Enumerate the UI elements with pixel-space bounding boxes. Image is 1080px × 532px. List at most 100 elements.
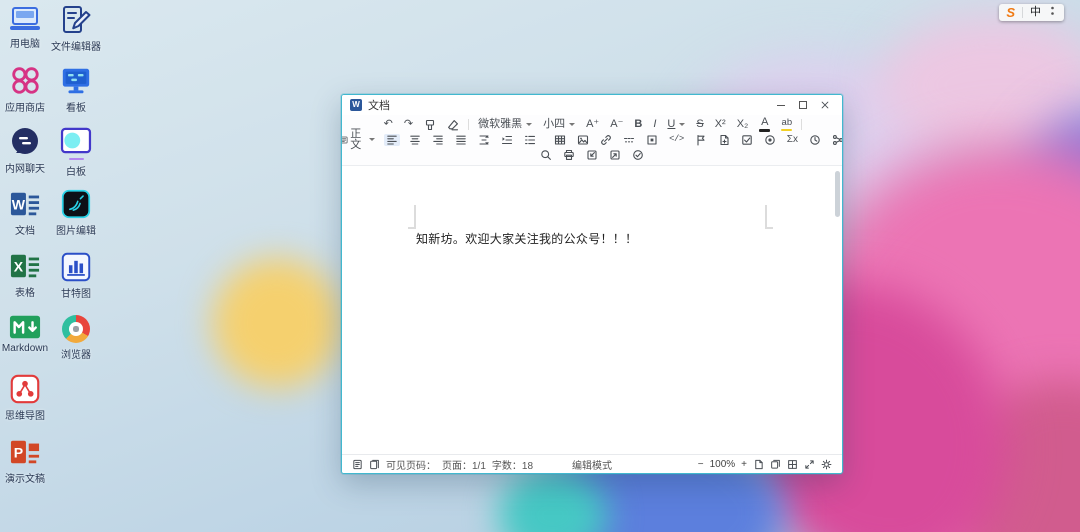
desktop-icon-spreadsheet[interactable]: X 表格 xyxy=(0,251,54,299)
desktop-icon-file-editor[interactable]: 文件编辑器 xyxy=(47,5,105,53)
align-right-button[interactable] xyxy=(430,134,446,146)
font-color-swatch xyxy=(759,129,771,132)
title-bar[interactable]: W 文档 xyxy=(342,95,842,115)
insert-bookmark-button[interactable] xyxy=(693,134,709,146)
desktop-icon-whiteboard[interactable]: 白板 xyxy=(47,127,105,178)
desktop-icon-computer[interactable]: 用电脑 xyxy=(0,6,54,50)
fit-page-icon xyxy=(755,459,763,469)
block-icon xyxy=(647,134,657,145)
desktop-icon-image-editor[interactable]: 图片编辑 xyxy=(47,189,105,237)
clear-format-button[interactable] xyxy=(445,119,461,131)
settings-button[interactable] xyxy=(821,459,832,470)
fullscreen-button[interactable] xyxy=(804,459,815,470)
insert-link-button[interactable] xyxy=(598,134,614,146)
paragraph-style-select[interactable]: 正文 xyxy=(342,128,377,151)
desktop-icon-label: Markdown xyxy=(1,343,49,354)
share-button[interactable] xyxy=(830,134,842,146)
desktop-icon-intranet-chat[interactable]: 内网聊天 xyxy=(0,127,54,175)
insert-divider-button[interactable] xyxy=(621,134,637,146)
italic-button[interactable]: I xyxy=(651,119,658,130)
ime-toolbar[interactable]: S 中 xyxy=(999,4,1064,21)
subscript-button[interactable]: X₂ xyxy=(735,119,751,130)
indent-button[interactable] xyxy=(499,134,515,146)
align-left-button[interactable] xyxy=(384,133,401,146)
desktop-icon-mindmap[interactable]: 思维导图 xyxy=(0,374,54,422)
align-center-button[interactable] xyxy=(407,134,423,146)
import-button[interactable] xyxy=(584,149,600,161)
svg-text:P: P xyxy=(14,445,23,461)
desktop-icon-gantt-chart[interactable]: 甘特图 xyxy=(47,252,105,300)
insert-table-button[interactable] xyxy=(552,134,568,146)
visible-pages-label: 可见页码： xyxy=(386,460,436,472)
fit-width-button[interactable] xyxy=(770,459,781,470)
document-text[interactable]: 知新坊。欢迎大家关注我的公众号！！！ xyxy=(416,230,637,247)
clock-icon xyxy=(810,134,820,145)
zoom-out-button[interactable]: − xyxy=(698,459,704,470)
desktop-icon-label: 用电脑 xyxy=(10,39,40,50)
desktop-icon-app-store[interactable]: 应用商店 xyxy=(0,64,54,114)
eraser-icon xyxy=(448,119,459,130)
align-justify-button[interactable] xyxy=(453,134,469,146)
divider-icon xyxy=(624,137,635,143)
desktop-icon-presentation[interactable]: P 演示文稿 xyxy=(0,437,54,485)
insert-code-button[interactable]: </> xyxy=(667,135,686,144)
insert-block-button[interactable] xyxy=(644,134,660,146)
whiteboard-icon xyxy=(60,127,92,154)
ime-tools-icon[interactable] xyxy=(1048,4,1057,22)
strikethrough-button[interactable]: S xyxy=(694,119,705,130)
undo-button[interactable]: ↶ xyxy=(382,119,395,130)
zoom-in-button[interactable]: + xyxy=(741,459,747,470)
word-app-icon: W xyxy=(350,99,362,111)
underline-button[interactable]: U xyxy=(665,119,687,130)
record-button[interactable] xyxy=(762,134,778,146)
font-size-select[interactable]: 小四 xyxy=(541,119,577,130)
toolbar: ↶ ↷ 微软雅黑 小四 A⁺ A⁻ B I U S X² X₂ A ab 正文 … xyxy=(342,115,842,166)
format-painter-button[interactable] xyxy=(422,119,438,131)
font-name-select[interactable]: 微软雅黑 xyxy=(476,119,534,130)
close-button[interactable] xyxy=(816,98,834,113)
insert-image-button[interactable] xyxy=(575,134,591,146)
format-painter-icon xyxy=(426,119,435,130)
insert-checkbox-button[interactable] xyxy=(739,134,755,146)
grid-view-icon xyxy=(788,459,797,469)
ordered-list-button[interactable] xyxy=(522,134,538,146)
image-editor-icon xyxy=(61,189,91,219)
desktop-icon-label: 图片编辑 xyxy=(56,226,96,237)
check-circle-button[interactable] xyxy=(630,149,646,161)
desktop-icon-kanban[interactable]: 看板 xyxy=(47,66,105,114)
search-icon xyxy=(541,149,551,160)
ime-divider xyxy=(1022,7,1023,18)
print-button[interactable] xyxy=(561,149,577,161)
increase-font-button[interactable]: A⁺ xyxy=(584,119,601,130)
minimize-button[interactable] xyxy=(772,98,790,113)
redo-button[interactable]: ↷ xyxy=(402,119,415,130)
maximize-button[interactable] xyxy=(794,98,812,113)
maximize-icon xyxy=(799,101,807,109)
history-button[interactable] xyxy=(807,134,823,146)
font-color-button[interactable]: A xyxy=(757,117,772,132)
ime-logo-icon[interactable]: S xyxy=(1006,6,1015,19)
align-right-icon xyxy=(433,135,443,145)
ime-language-mode[interactable]: 中 xyxy=(1030,7,1041,18)
insert-formula-button[interactable]: Σx xyxy=(785,134,800,145)
desktop-icon-document[interactable]: W 文档 xyxy=(0,189,54,237)
line-spacing-button[interactable] xyxy=(476,134,492,146)
decrease-font-button[interactable]: A⁻ xyxy=(608,119,625,130)
highlight-button[interactable]: ab xyxy=(779,118,794,131)
desktop-icon-browser[interactable]: 浏览器 xyxy=(47,315,105,361)
page-view-button[interactable] xyxy=(369,459,380,470)
superscript-button[interactable]: X² xyxy=(713,119,728,130)
search-button[interactable] xyxy=(538,149,554,161)
insert-page-button[interactable] xyxy=(716,134,732,146)
fit-page-button[interactable] xyxy=(753,459,764,470)
export-icon xyxy=(610,149,620,160)
outline-view-button[interactable] xyxy=(352,459,363,470)
desktop-icon-markdown[interactable]: Markdown xyxy=(0,314,54,354)
export-button[interactable] xyxy=(607,149,623,161)
bold-button[interactable]: B xyxy=(632,119,644,130)
grid-view-button[interactable] xyxy=(787,459,798,470)
document-canvas[interactable]: 知新坊。欢迎大家关注我的公众号！！！ xyxy=(342,166,842,454)
document-window: W 文档 ↶ ↷ 微软雅黑 小四 A⁺ A⁻ B I U S X² X₂ A a… xyxy=(341,94,843,474)
vertical-scrollbar[interactable] xyxy=(835,171,840,217)
page-margin-mark-left xyxy=(408,205,416,229)
